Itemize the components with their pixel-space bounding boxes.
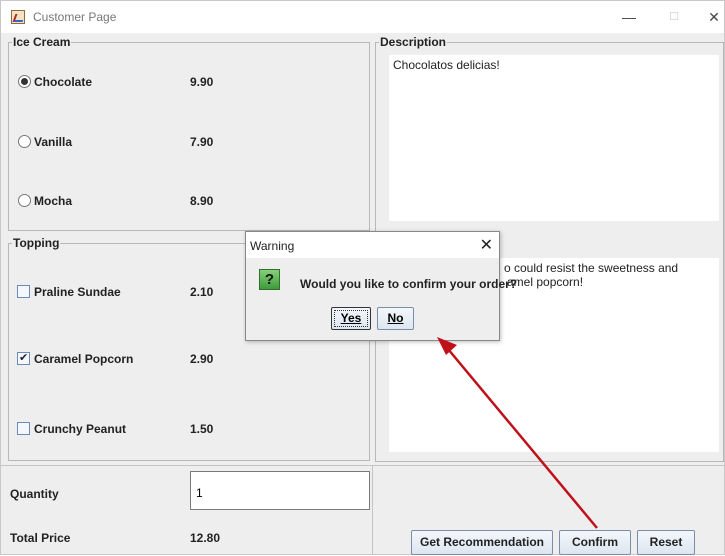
quantity-input[interactable]: 1 bbox=[190, 471, 370, 510]
topping-description-line-1: o could resist the sweetness and bbox=[504, 261, 679, 275]
maximize-button[interactable]: ☐ bbox=[664, 7, 684, 27]
dialog-message: Would you like to confirm your order? bbox=[300, 277, 518, 291]
vanilla-label[interactable]: Vanilla bbox=[34, 135, 72, 149]
praline-sundae-checkbox[interactable] bbox=[17, 285, 30, 298]
topping-description-line-2: amel popcorn! bbox=[507, 275, 584, 289]
get-recommendation-button[interactable]: Get Recommendation bbox=[411, 530, 553, 555]
ice-cream-group-title: Ice Cream bbox=[12, 35, 72, 49]
caramel-popcorn-label[interactable]: Caramel Popcorn bbox=[34, 352, 133, 366]
caramel-popcorn-price: 2.90 bbox=[190, 352, 214, 366]
close-button[interactable]: ✕ bbox=[704, 7, 724, 27]
mocha-price: 8.90 bbox=[190, 194, 214, 208]
minimize-button[interactable]: — bbox=[619, 7, 639, 27]
yes-button[interactable]: Yes bbox=[331, 307, 371, 330]
java-app-icon bbox=[11, 10, 25, 24]
caramel-popcorn-checkbox[interactable] bbox=[17, 351, 30, 365]
total-price-label: Total Price bbox=[10, 531, 71, 545]
title-bar[interactable]: Customer Page — ☐ ✕ bbox=[1, 1, 724, 33]
topping-group-title: Topping bbox=[12, 236, 61, 250]
crunchy-peanut-checkbox[interactable] bbox=[17, 422, 30, 435]
dialog-close-icon[interactable]: ✕ bbox=[480, 235, 493, 255]
no-button[interactable]: No bbox=[377, 307, 414, 330]
total-price-value: 12.80 bbox=[190, 531, 221, 545]
chocolate-label[interactable]: Chocolate bbox=[34, 75, 92, 89]
ice-cream-description-line: Chocolatos delicias! bbox=[393, 58, 500, 72]
confirm-button[interactable]: Confirm bbox=[559, 530, 631, 555]
customer-page-window: Customer Page — ☐ ✕ Ice Cream Chocolate … bbox=[0, 0, 725, 555]
description-group-title: Description bbox=[379, 35, 448, 49]
chocolate-radio[interactable] bbox=[18, 75, 31, 88]
order-section-divider bbox=[1, 465, 724, 466]
dialog-title: Warning bbox=[250, 239, 295, 253]
mocha-radio[interactable] bbox=[18, 194, 31, 207]
praline-sundae-price: 2.10 bbox=[190, 285, 214, 299]
quantity-label: Quantity bbox=[10, 487, 59, 501]
vanilla-radio[interactable] bbox=[18, 135, 31, 148]
warning-dialog: Warning ✕ ? Would you like to confirm yo… bbox=[245, 231, 517, 341]
window-title: Customer Page bbox=[33, 10, 117, 24]
mocha-label[interactable]: Mocha bbox=[34, 194, 72, 208]
crunchy-peanut-price: 1.50 bbox=[190, 422, 214, 436]
dialog-title-bar[interactable]: Warning ✕ bbox=[246, 232, 499, 258]
chocolate-price: 9.90 bbox=[190, 75, 214, 89]
praline-sundae-label[interactable]: Praline Sundae bbox=[34, 285, 121, 299]
crunchy-peanut-label[interactable]: Crunchy Peanut bbox=[34, 422, 126, 436]
ice-cream-description-text[interactable]: Chocolatos delicias! bbox=[389, 55, 719, 221]
question-icon: ? bbox=[259, 269, 280, 290]
reset-button[interactable]: Reset bbox=[637, 530, 695, 555]
vanilla-price: 7.90 bbox=[190, 135, 214, 149]
order-column-divider bbox=[372, 465, 373, 555]
